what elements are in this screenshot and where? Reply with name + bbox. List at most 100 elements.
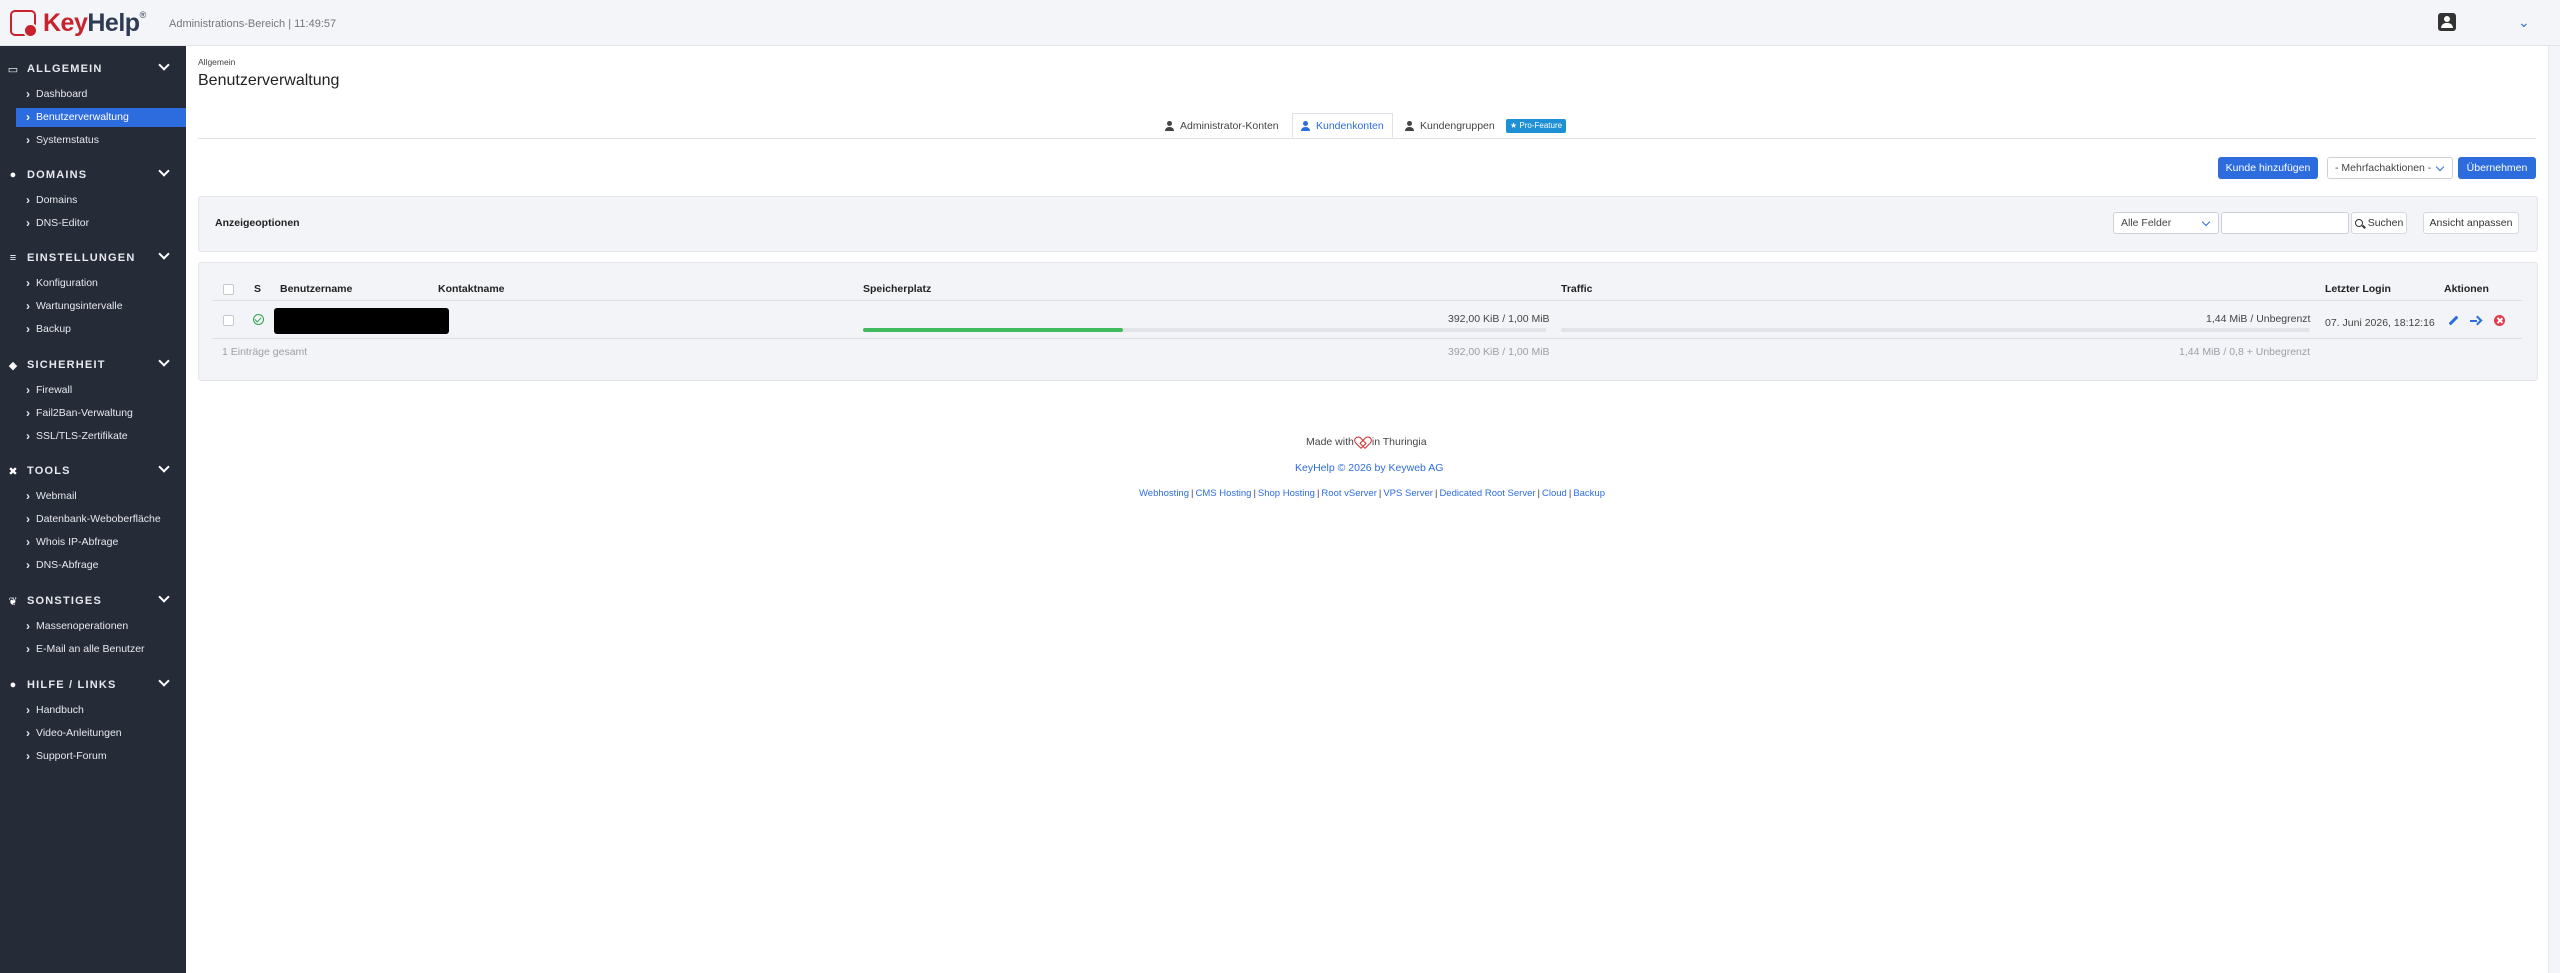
add-customer-button[interactable]: Kunde hinzufügen [2218,157,2318,179]
redacted-username [274,308,449,334]
sidebar-item-backup[interactable]: Backup [16,320,186,339]
user-menu-chevron-icon[interactable]: ⌄ [2518,14,2530,31]
footer-copyright[interactable]: KeyHelp © 2026 by Keyweb AG [1295,462,1443,474]
tab-administrator-konten[interactable]: Administrator-Konten [1157,113,1287,138]
right-scroll-edge[interactable] [2548,46,2560,973]
chevron-down-icon [158,59,170,71]
col-header-actions: Aktionen [2444,283,2489,295]
col-header-traffic[interactable]: Traffic [1561,283,1593,295]
pro-feature-badge: ★ Pro-Feature [1506,119,1567,133]
traffic-progress-bar [1561,328,2310,332]
display-options-title: Anzeigeoptionen [215,217,300,229]
sidebar-item-domains[interactable]: Domains [16,191,186,210]
chevron-down-icon [2435,162,2445,172]
chevron-down-icon [158,165,170,177]
search-icon [2354,219,2363,227]
user-account-icon[interactable] [2438,13,2456,31]
footer-link[interactable]: Cloud [1542,488,1567,499]
footer-link[interactable]: Backup [1573,488,1605,499]
sidebar-item-dns-abfrage[interactable]: DNS-Abfrage [16,556,186,575]
sidebar-item-firewall[interactable]: Firewall [16,381,186,400]
select-all-checkbox[interactable] [223,284,234,295]
chevron-down-icon [158,355,170,367]
sidebar-item-dns-editor[interactable]: DNS-Editor [16,214,186,233]
search-input[interactable] [2221,212,2349,234]
sidebar-section-sonstiges[interactable]: ❦ SONSTIGES [0,590,186,612]
header-subtitle: Administrations-Bereich | 11:49:57 [169,18,337,30]
field-filter-select[interactable]: Alle Felder [2113,212,2219,234]
sidebar-item-webmail[interactable]: Webmail [16,487,186,506]
page-title: Benutzerverwaltung [198,72,340,89]
top-header: KeyHelp ® Administrations-Bereich | 11:4… [0,0,2560,46]
sidebar-section-einstellungen[interactable]: ≡ EINSTELLUNGEN [0,247,186,269]
storage-usage-text: 392,00 KiB / 1,00 MiB [1448,313,1550,325]
storage-progress-bar [863,328,1546,332]
shield-icon: ◆ [8,359,18,372]
heart-icon [1357,437,1369,448]
col-header-contact[interactable]: Kontaktname [438,283,505,295]
star-icon: ★ [1510,121,1518,130]
sidebar-section-allgemein[interactable]: ▭ ALLGEMEIN [0,58,186,80]
sidebar-item-dashboard[interactable]: Dashboard [16,85,186,104]
col-header-last-login[interactable]: Letzter Login [2325,283,2391,295]
storage-progress-fill [863,328,1123,332]
login-as-user-icon[interactable] [2470,315,2482,326]
bulk-actions-select[interactable]: - Mehrfachaktionen - [2327,157,2453,179]
tab-kundenkonten[interactable]: Kundenkonten [1292,113,1393,138]
keyhelp-logo[interactable]: KeyHelp ® [10,8,146,38]
sidebar-item-benutzerverwaltung[interactable]: Benutzerverwaltung [16,108,186,127]
apply-button[interactable]: Übernehmen [2458,157,2536,179]
footer-link[interactable]: Root vServer [1321,488,1376,499]
sidebar-item-massenoperationen[interactable]: Massenoperationen [16,617,186,636]
col-header-username[interactable]: Benutzername [280,283,352,295]
chevron-down-icon [158,675,170,687]
users-icon [1405,120,1414,131]
row-checkbox[interactable] [223,315,234,326]
last-login-value: 07. Juni 2026, 18:12:16 [2325,317,2435,329]
sidebar-section-hilfe[interactable]: ● HILFE / LINKS [0,674,186,696]
sidebar-item-email-alle[interactable]: E-Mail an alle Benutzer [16,640,186,659]
search-button[interactable]: Suchen [2351,212,2407,234]
entries-count: 1 Einträge gesamt [222,346,308,358]
footer-link[interactable]: Shop Hosting [1258,488,1315,499]
tab-divider [198,138,2536,139]
user-icon [1301,120,1310,131]
tab-kundengruppen[interactable]: Kundengruppen [1397,113,1503,138]
chevron-down-icon [2201,217,2211,227]
sidebar-item-support-forum[interactable]: Support-Forum [16,747,186,766]
storage-summary: 392,00 KiB / 1,00 MiB [1448,346,1550,358]
sidebar-section-domains[interactable]: ● DOMAINS [0,164,186,186]
globe-icon: ● [9,169,17,181]
info-icon: ● [9,679,17,691]
sidebar-item-datenbank[interactable]: Datenbank-Weboberfläche [16,510,186,529]
breadcrumb[interactable]: Allgemein [198,57,235,67]
sidebar-item-video-anleitungen[interactable]: Video-Anleitungen [16,724,186,743]
footer-link[interactable]: Webhosting [1139,488,1189,499]
monitor-icon: ▭ [7,63,19,76]
sliders-icon: ≡ [9,252,17,264]
chevron-down-icon [158,461,170,473]
footer-link[interactable]: VPS Server [1383,488,1433,499]
logo-text: KeyHelp [43,8,140,37]
col-header-status[interactable]: S [254,283,261,295]
sidebar-section-sicherheit[interactable]: ◆ SICHERHEIT [0,354,186,376]
user-icon [1165,120,1174,131]
chevron-down-icon [158,591,170,603]
edit-icon[interactable] [2448,315,2459,326]
col-header-storage[interactable]: Speicherplatz [863,283,931,295]
logo-registered-mark: ® [139,10,147,20]
sidebar-item-konfiguration[interactable]: Konfiguration [16,274,186,293]
sidebar-item-systemstatus[interactable]: Systemstatus [16,131,186,150]
sidebar-item-fail2ban[interactable]: Fail2Ban-Verwaltung [16,404,186,423]
sidebar-item-handbuch[interactable]: Handbuch [16,701,186,720]
sidebar-item-wartungsintervalle[interactable]: Wartungsintervalle [16,297,186,316]
footer-link[interactable]: CMS Hosting [1195,488,1251,499]
sidebar-item-whois[interactable]: Whois IP-Abfrage [16,533,186,552]
sidebar-item-ssl-tls[interactable]: SSL/TLS-Zertifikate [16,427,186,446]
sidebar-section-tools[interactable]: ✖ TOOLS [0,460,186,482]
customize-view-button[interactable]: Ansicht anpassen [2423,212,2519,234]
delete-icon[interactable] [2494,315,2505,326]
table-row-divider [212,338,2522,339]
logo-mark-icon [10,10,38,38]
footer-link[interactable]: Dedicated Root Server [1439,488,1535,499]
